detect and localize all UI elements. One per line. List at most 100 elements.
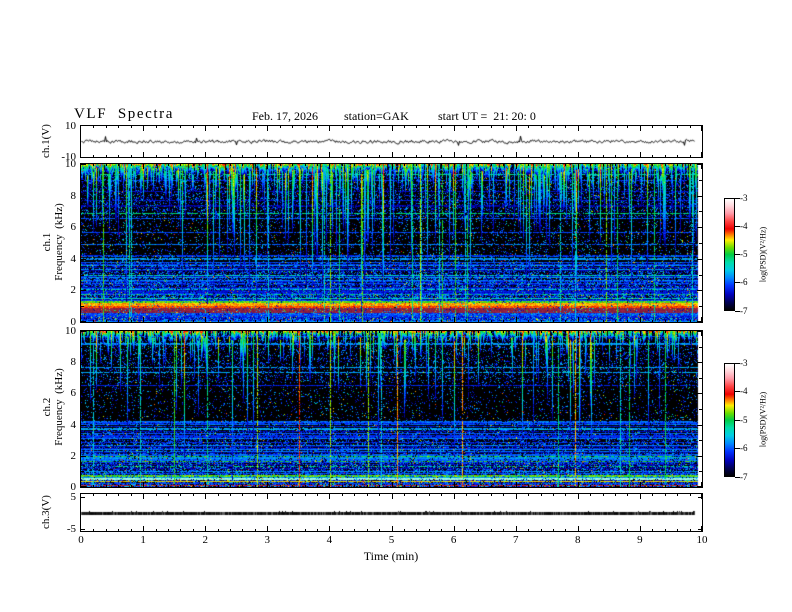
axis-tick [454, 526, 455, 531]
axis-tick [665, 529, 666, 531]
axis-tick [392, 482, 393, 487]
axis-tick [699, 471, 702, 472]
axis-tick [416, 331, 417, 333]
x-tick-label: 9 [637, 534, 643, 546]
axis-tick [603, 320, 604, 322]
axis-tick [118, 494, 119, 496]
axis-tick [697, 456, 702, 457]
axis-tick [697, 290, 702, 291]
axis-tick [230, 126, 231, 128]
axis-tick [690, 164, 691, 166]
axis-tick [553, 331, 554, 333]
axis-tick [292, 485, 293, 487]
axis-tick [416, 164, 417, 166]
axis-tick [81, 306, 84, 307]
axis-tick [578, 331, 579, 336]
y-tick-label: 10 [65, 120, 76, 132]
axis-tick [280, 485, 281, 487]
axis-tick [603, 164, 604, 166]
axis-tick [305, 164, 306, 166]
axis-tick [565, 320, 566, 322]
axis-tick [156, 494, 157, 496]
axis-tick [478, 494, 479, 496]
axis-tick [354, 126, 355, 128]
axis-tick [329, 126, 330, 131]
axis-tick [193, 126, 194, 128]
axis-tick [627, 485, 628, 487]
axis-tick [218, 320, 219, 322]
axis-tick [603, 126, 604, 128]
page-title: VLF Spectra [74, 106, 175, 122]
axis-tick [180, 126, 181, 128]
axis-tick [367, 320, 368, 322]
axis-tick [565, 126, 566, 128]
axis-tick [180, 320, 181, 322]
axis-tick [267, 164, 268, 169]
axis-tick [379, 164, 380, 166]
y-tick-label: 8 [70, 189, 77, 202]
axis-tick [553, 155, 554, 157]
axis-tick [565, 494, 566, 496]
axis-tick [329, 331, 330, 336]
axis-tick [156, 126, 157, 128]
axis-tick [218, 126, 219, 128]
axis-tick [503, 126, 504, 128]
axis-tick [329, 526, 330, 531]
axis-tick [699, 243, 702, 244]
axis-tick [590, 155, 591, 157]
axis-tick [317, 164, 318, 166]
axis-tick [665, 494, 666, 496]
axis-tick [466, 331, 467, 333]
axis-tick [143, 152, 144, 157]
axis-tick [652, 126, 653, 128]
axis-tick [627, 126, 628, 128]
axis-tick [81, 440, 84, 441]
x-tick-label: 3 [264, 534, 271, 546]
y-tick-label: 10 [65, 325, 76, 337]
axis-tick [528, 529, 529, 531]
axis-tick [242, 164, 243, 166]
axis-tick [230, 320, 231, 322]
axis-tick [690, 320, 691, 322]
x-tick-label: 7 [512, 534, 519, 546]
axis-tick [652, 485, 653, 487]
axis-tick [697, 331, 702, 332]
axis-tick [627, 331, 628, 333]
axis-tick [690, 155, 691, 157]
axis-tick [218, 164, 219, 166]
axis-tick [143, 526, 144, 531]
axis-tick [81, 211, 84, 212]
axis-tick [156, 164, 157, 166]
axis-tick [193, 485, 194, 487]
axis-tick [180, 494, 181, 496]
axis-tick [652, 529, 653, 531]
axis-tick [255, 155, 256, 157]
axis-tick [379, 485, 380, 487]
axis-tick [205, 482, 206, 487]
axis-tick [454, 331, 455, 336]
axis-tick [342, 529, 343, 531]
axis-tick [230, 485, 231, 487]
axis-tick [640, 494, 641, 499]
axis-tick [392, 164, 393, 169]
axis-tick [652, 331, 653, 333]
axis-tick [516, 482, 517, 487]
axis-tick [677, 529, 678, 531]
axis-tick [404, 164, 405, 166]
axis-tick [578, 126, 579, 131]
axis-tick [267, 331, 268, 336]
axis-tick [168, 485, 169, 487]
axis-tick [590, 331, 591, 333]
axis-tick [131, 126, 132, 128]
axis-tick [404, 126, 405, 128]
axis-tick [205, 331, 206, 336]
axis-tick [652, 494, 653, 496]
axis-tick [528, 320, 529, 322]
axis-tick [553, 320, 554, 322]
axis-tick [106, 485, 107, 487]
axis-tick [81, 529, 85, 530]
axis-tick [441, 320, 442, 322]
axis-tick [677, 494, 678, 496]
axis-tick [429, 529, 430, 531]
axis-tick [143, 317, 144, 322]
